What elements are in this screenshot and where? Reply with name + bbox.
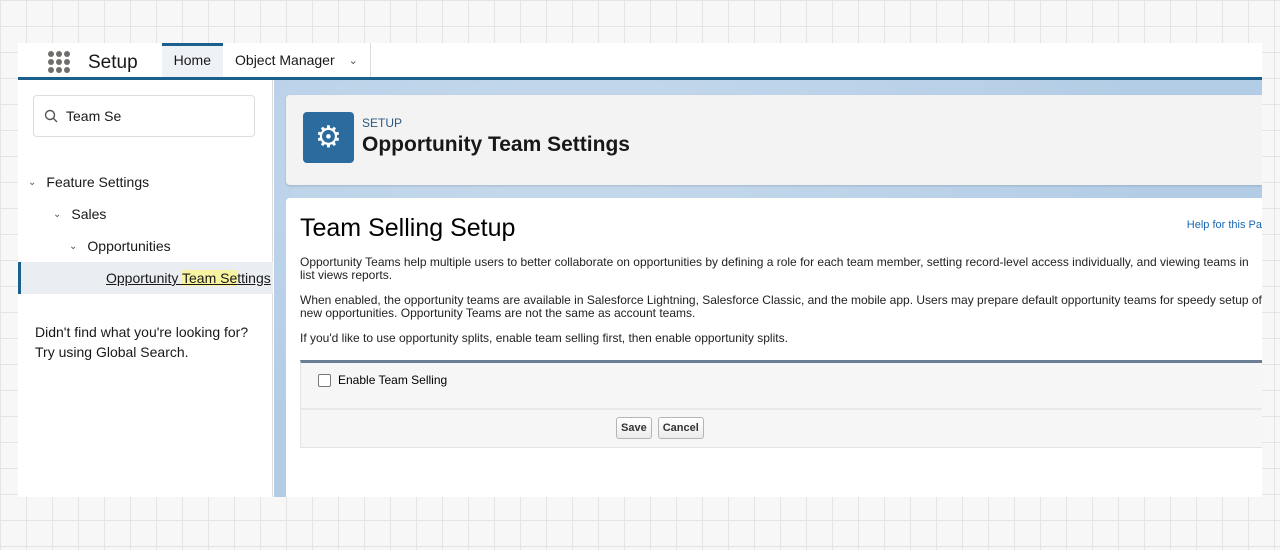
tree-item-sales[interactable]: ⌄ Sales: [53, 206, 106, 222]
description-paragraph: When enabled, the opportunity teams are …: [300, 293, 1262, 320]
page-header: ⚙ SETUP Opportunity Team Settings: [286, 95, 1262, 185]
tab-label: Object Manager: [235, 52, 335, 68]
tree-item-feature-settings[interactable]: ⌄ Feature Settings: [28, 174, 149, 190]
gear-icon: ⚙: [303, 112, 354, 163]
section-title: Team Selling Setup: [300, 214, 516, 242]
opportunity-team-settings-link[interactable]: Opportunity Team Settings: [106, 270, 271, 286]
tree-item-opportunity-team-settings[interactable]: Opportunity Team Settings: [18, 262, 273, 294]
setup-body: Team Selling Setup Help for this Pa Oppo…: [286, 198, 1262, 497]
enable-team-selling-checkbox[interactable]: Enable Team Selling: [318, 373, 447, 387]
tab-label: Home: [173, 52, 212, 68]
link-text: Opportunity: [106, 270, 183, 286]
chevron-down-icon[interactable]: ⌄: [69, 241, 77, 252]
main-content: ⚙ SETUP Opportunity Team Settings Team S…: [274, 80, 1262, 497]
checkbox-label: Enable Team Selling: [338, 373, 448, 387]
tree-label: Feature Settings: [46, 174, 150, 190]
cancel-button[interactable]: Cancel: [657, 417, 704, 439]
search-value: Team Se: [66, 108, 122, 124]
chevron-down-icon[interactable]: ⌄: [28, 177, 36, 188]
breadcrumb: SETUP: [362, 116, 403, 130]
global-search-hint: Didn't find what you're looking for? Try …: [35, 322, 248, 362]
app-name: Setup: [88, 52, 138, 73]
description-paragraph: Opportunity Teams help multiple users to…: [300, 255, 1249, 282]
divider: [301, 408, 1262, 410]
setup-window: Setup Home Object Manager ⌄ Team Se ⌄ Feat…: [18, 43, 1262, 497]
tree-label: Sales: [71, 206, 107, 222]
global-header: Setup Home Object Manager ⌄: [18, 43, 1262, 80]
page-title: Opportunity Team Settings: [362, 133, 630, 156]
save-button[interactable]: Save: [616, 417, 652, 439]
setup-sidebar: Team Se ⌄ Feature Settings ⌄ Sales ⌄ Opport…: [18, 80, 273, 497]
help-link[interactable]: Help for this Pa: [1187, 219, 1262, 231]
tab-object-manager[interactable]: Object Manager ⌄: [223, 43, 371, 77]
settings-block: Enable Team Selling Save Cancel: [300, 360, 1262, 448]
chevron-down-icon[interactable]: ⌄: [349, 54, 358, 67]
search-icon: [44, 109, 58, 123]
tree-label: Opportunities: [87, 238, 171, 254]
hint-line: Try using Global Search.: [35, 344, 189, 360]
link-text: ttings: [237, 270, 271, 286]
hint-line: Didn't find what you're looking for?: [35, 324, 249, 340]
checkbox[interactable]: [318, 373, 331, 387]
app-launcher-icon[interactable]: [48, 51, 70, 73]
tab-home[interactable]: Home: [161, 43, 224, 77]
search-highlight: Team Se: [182, 270, 238, 286]
tree-item-opportunities[interactable]: ⌄ Opportunities: [69, 238, 171, 254]
description-paragraph: If you'd like to use opportunity splits,…: [300, 331, 788, 345]
quick-find-input[interactable]: Team Se: [33, 95, 255, 137]
chevron-down-icon[interactable]: ⌄: [53, 209, 61, 220]
